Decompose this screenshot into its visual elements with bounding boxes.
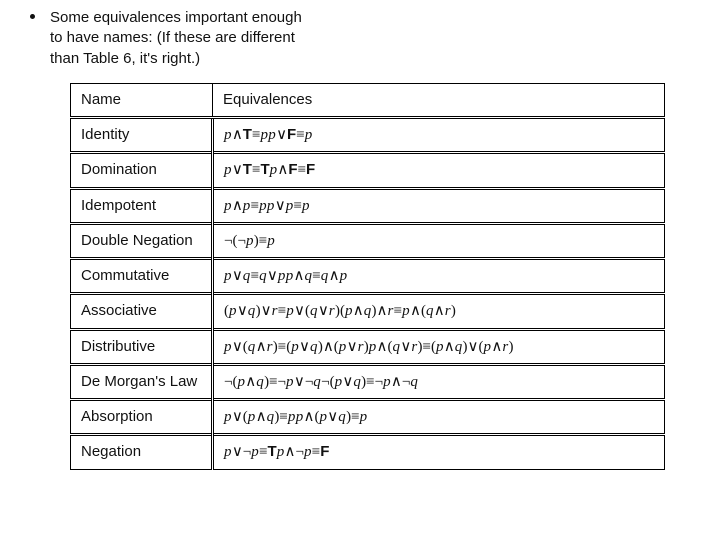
col-name-header: Name [71, 83, 213, 117]
bullet-line: Some equivalences important enough [50, 8, 700, 28]
table-row: Negationp∨¬p≡Tp∧¬p≡F [71, 435, 665, 469]
table-row: Absorptionp∨(p∧q)≡pp∧(p∨q)≡p [71, 400, 665, 435]
bullet-icon [30, 14, 35, 19]
equivalence-formula: p∨(p∧q)≡pp∧(p∨q)≡p [213, 400, 665, 435]
equivalence-formula: (p∨q)∨r≡p∨(q∨r)(p∧q)∧r≡p∧(q∧r) [213, 294, 665, 329]
equivalences-table: Name Equivalences Identityp∧T≡pp∨F≡pDomi… [70, 83, 665, 470]
page: Some equivalences important enough to ha… [0, 0, 720, 490]
table-body: Identityp∧T≡pp∨F≡pDominationp∨T≡Tp∧F≡FId… [71, 118, 665, 470]
equivalence-name: Identity [71, 118, 213, 153]
equivalence-name: De Morgan's Law [71, 364, 213, 399]
equivalence-name: Distributive [71, 329, 213, 364]
table-row: Double Negation¬(¬p)≡p [71, 223, 665, 258]
table-row: Idempotentp∧p≡pp∨p≡p [71, 188, 665, 223]
table-row: Associative(p∨q)∨r≡p∨(q∨r)(p∧q)∧r≡p∧(q∧r… [71, 294, 665, 329]
bullet-line: to have names: (If these are different [50, 28, 700, 48]
table-row: Dominationp∨T≡Tp∧F≡F [71, 153, 665, 188]
table-row: Identityp∧T≡pp∨F≡p [71, 118, 665, 153]
equivalence-formula: p∧T≡pp∨F≡p [213, 118, 665, 153]
equivalence-formula: ¬(p∧q)≡¬p∨¬q¬(p∨q)≡¬p∧¬q [213, 364, 665, 399]
equivalence-name: Domination [71, 153, 213, 188]
equivalence-name: Associative [71, 294, 213, 329]
equivalence-formula: p∨¬p≡Tp∧¬p≡F [213, 435, 665, 469]
equivalence-formula: p∨(q∧r)≡(p∨q)∧(p∨r)p∧(q∨r)≡(p∧q)∨(p∧r) [213, 329, 665, 364]
equivalence-name: Commutative [71, 259, 213, 294]
equivalence-formula: p∨T≡Tp∧F≡F [213, 153, 665, 188]
bullet-line: than Table 6, it's right.) [50, 49, 700, 69]
equivalence-formula: p∧p≡pp∨p≡p [213, 188, 665, 223]
col-equivalences-header: Equivalences [213, 83, 665, 117]
equivalence-name: Absorption [71, 400, 213, 435]
equivalence-formula: ¬(¬p)≡p [213, 223, 665, 258]
table-header-row: Name Equivalences [71, 83, 665, 117]
equivalences-table-wrap: Name Equivalences Identityp∧T≡pp∨F≡pDomi… [70, 83, 700, 470]
table-row: Distributivep∨(q∧r)≡(p∨q)∧(p∨r)p∧(q∨r)≡(… [71, 329, 665, 364]
equivalence-name: Negation [71, 435, 213, 469]
equivalence-name: Idempotent [71, 188, 213, 223]
bullet-item: Some equivalences important enough to ha… [20, 8, 700, 69]
table-row: De Morgan's Law¬(p∧q)≡¬p∨¬q¬(p∨q)≡¬p∧¬q [71, 364, 665, 399]
equivalence-name: Double Negation [71, 223, 213, 258]
table-row: Commutativep∨q≡q∨pp∧q≡q∧p [71, 259, 665, 294]
equivalence-formula: p∨q≡q∨pp∧q≡q∧p [213, 259, 665, 294]
